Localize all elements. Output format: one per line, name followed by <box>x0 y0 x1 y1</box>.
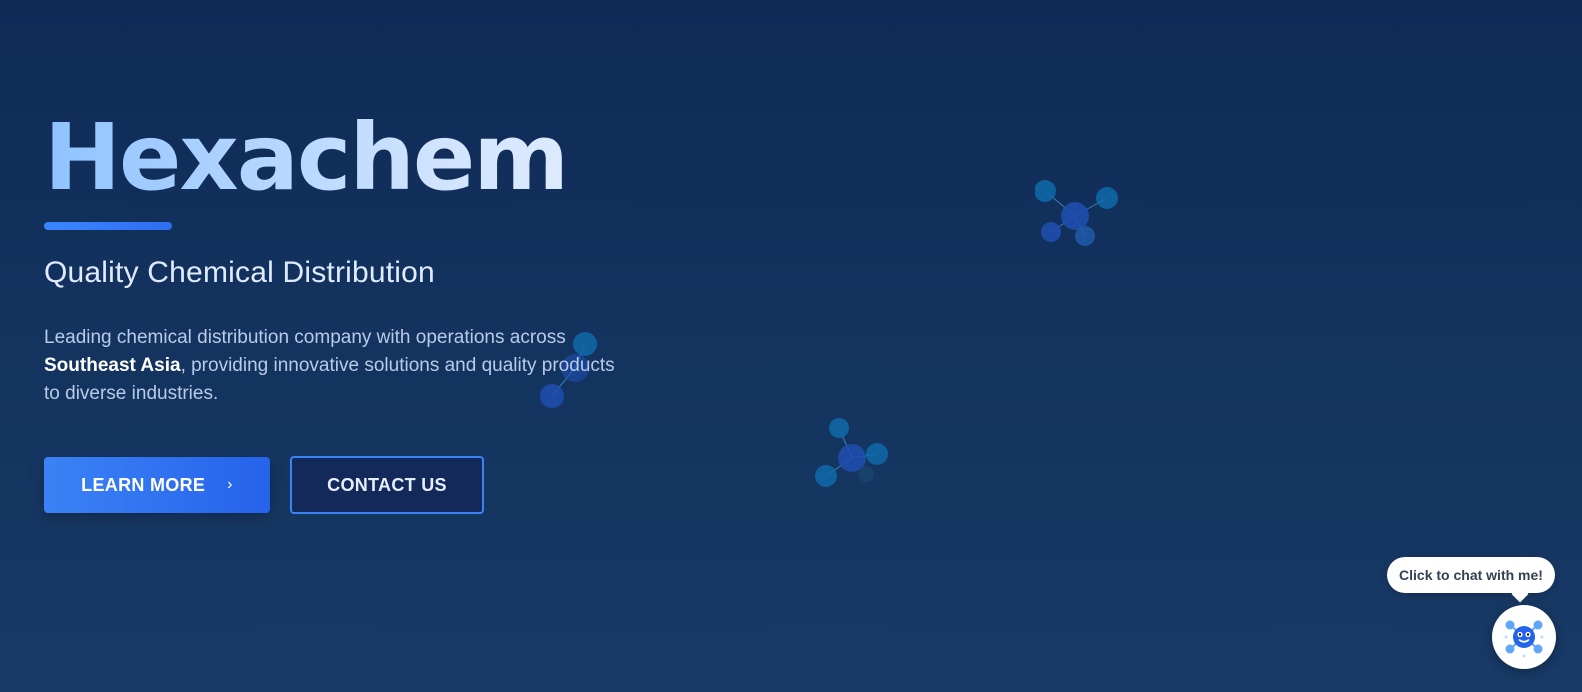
molecule-decoration-lower <box>815 418 888 487</box>
description-text-part1: Leading chemical distribution company wi… <box>44 327 566 348</box>
description-highlight: Southeast Asia <box>44 355 181 376</box>
molecule-decoration-right <box>1035 180 1118 246</box>
chevron-right-icon: › <box>227 476 233 493</box>
chat-launcher-button[interactable] <box>1492 605 1556 669</box>
contact-us-button[interactable]: CONTACT US <box>290 456 484 514</box>
title-underline <box>44 222 172 230</box>
hero-description: Leading chemical distribution company wi… <box>44 324 624 408</box>
chat-tooltip[interactable]: Click to chat with me! <box>1387 557 1555 593</box>
chat-tooltip-text: Click to chat with me! <box>1399 567 1543 583</box>
contact-us-label: CONTACT US <box>327 474 447 495</box>
brand-title: Hexachem <box>44 112 684 204</box>
hero-buttons: LEARN MORE › CONTACT US <box>44 456 684 514</box>
learn-more-label: LEARN MORE <box>81 474 206 495</box>
hero-subtitle: Quality Chemical Distribution <box>44 256 435 289</box>
chatbot-molecule-icon <box>1504 620 1544 658</box>
hero-section: Hexachem Quality Chemical Distribution L… <box>44 112 684 514</box>
learn-more-button[interactable]: LEARN MORE › <box>44 457 270 513</box>
